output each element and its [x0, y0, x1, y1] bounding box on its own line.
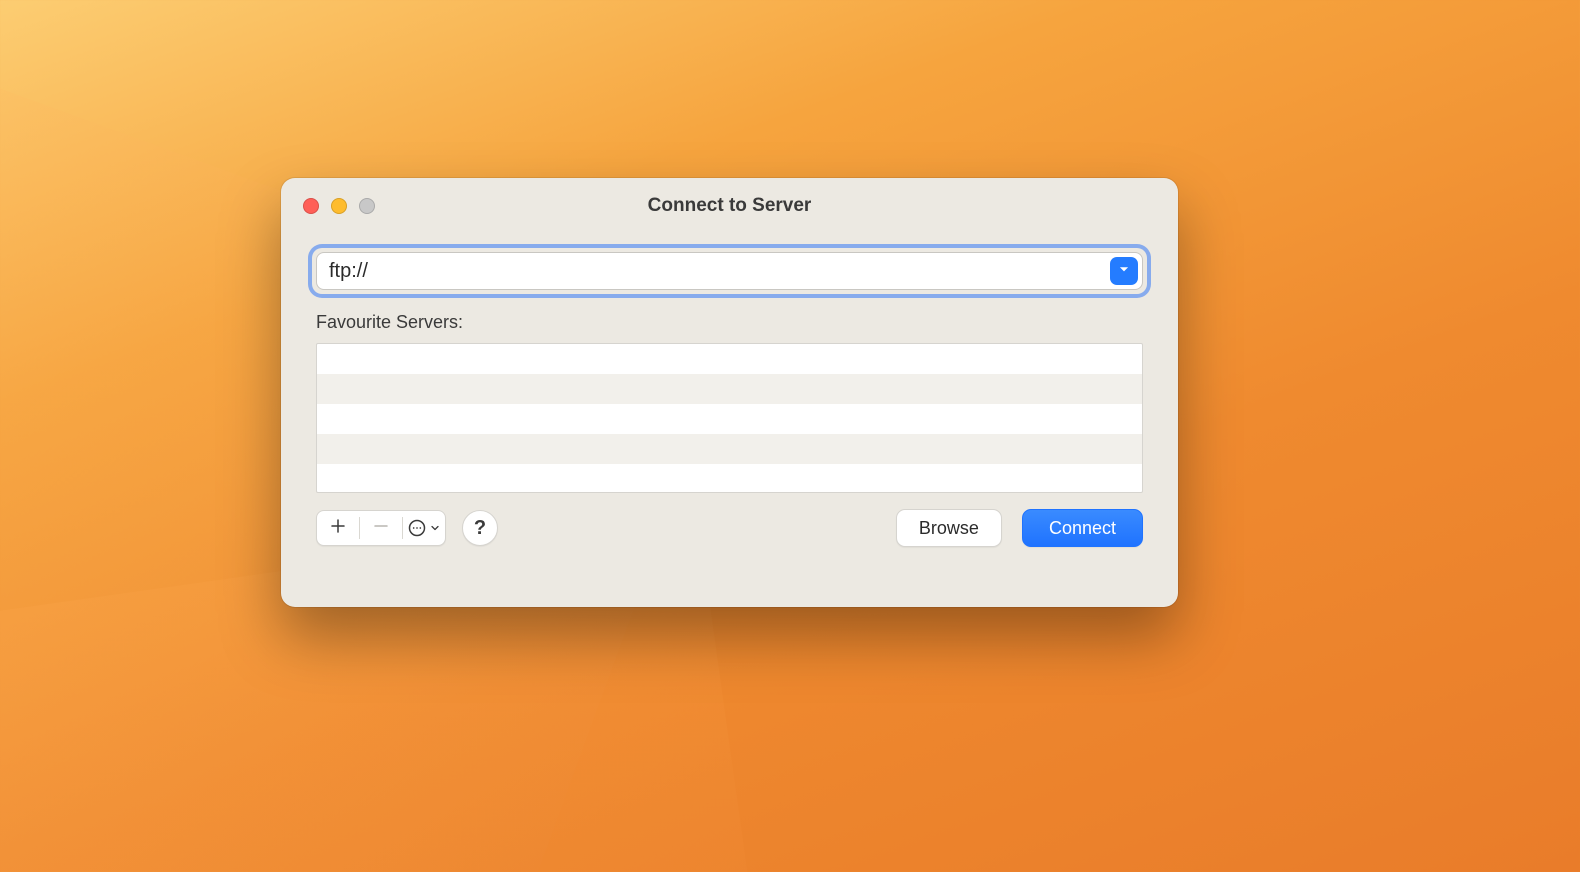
options-menu-button[interactable]	[403, 511, 445, 545]
favourite-servers-list[interactable]	[316, 343, 1143, 493]
dialog-footer: ? Browse Connect	[316, 509, 1143, 547]
window-controls	[303, 198, 375, 214]
favourites-toolbar	[316, 510, 446, 546]
titlebar: Connect to Server	[281, 178, 1178, 234]
minus-icon	[372, 517, 390, 540]
list-row	[317, 404, 1142, 434]
connect-to-server-dialog: Connect to Server Favourite Servers:	[281, 178, 1178, 607]
button-label: Connect	[1049, 518, 1116, 539]
list-row	[317, 374, 1142, 404]
server-address-row	[316, 252, 1143, 290]
close-window-button[interactable]	[303, 198, 319, 214]
help-icon: ?	[474, 517, 486, 540]
recent-servers-dropdown-button[interactable]	[1110, 257, 1138, 285]
window-title: Connect to Server	[281, 195, 1178, 217]
server-address-input[interactable]	[317, 253, 1110, 289]
list-row	[317, 344, 1142, 374]
plus-icon	[329, 517, 347, 540]
connect-button[interactable]: Connect	[1022, 509, 1143, 547]
zoom-window-button	[359, 198, 375, 214]
favourite-servers-label: Favourite Servers:	[316, 312, 1143, 333]
button-label: Browse	[919, 518, 979, 539]
ellipsis-circle-icon	[397, 518, 451, 538]
list-row	[317, 434, 1142, 464]
remove-favourite-button	[360, 511, 402, 545]
chevron-down-icon	[429, 522, 441, 534]
dialog-content: Favourite Servers:	[281, 234, 1178, 607]
list-row	[317, 464, 1142, 493]
minimize-window-button[interactable]	[331, 198, 347, 214]
add-favourite-button[interactable]	[317, 511, 359, 545]
browse-button[interactable]: Browse	[896, 509, 1002, 547]
chevron-down-icon	[1117, 262, 1131, 281]
help-button[interactable]: ?	[462, 510, 498, 546]
server-address-field	[316, 252, 1143, 290]
